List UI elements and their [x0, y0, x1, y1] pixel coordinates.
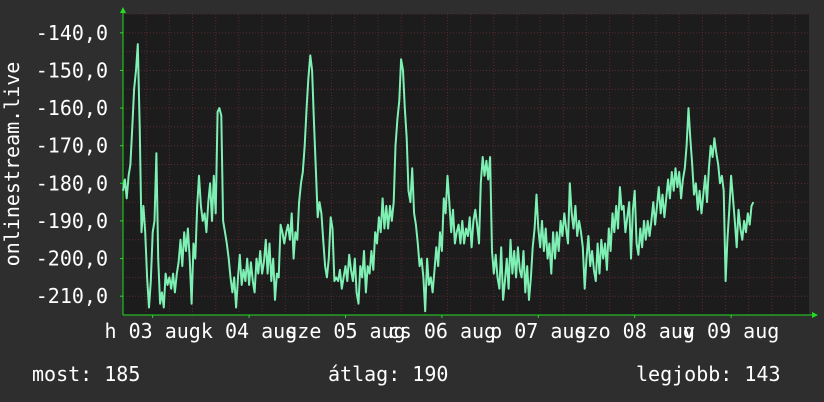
- y-tick-label: -140,0: [36, 21, 108, 45]
- y-tick-label: -200,0: [36, 247, 108, 271]
- line-chart: -140,0 -150,0 -160,0 -170,0 -180,0 -190,0 -200…: [0, 7, 818, 343]
- x-axis-ticks: h 03 aug k 04 augsze 05 augcs 06 augp 07 …: [105, 315, 779, 343]
- x-tick-label: v 09 aug: [683, 319, 779, 343]
- x-tick-label: h 03 aug: [105, 319, 201, 343]
- current-value: most: 185: [32, 362, 141, 386]
- y-tick-label: -170,0: [36, 134, 108, 158]
- x-axis-arrow-icon: [812, 312, 818, 318]
- x-tick-label: szo 08 aug: [575, 319, 695, 343]
- y-tick-label: -150,0: [36, 58, 108, 82]
- x-tick-label: cs 06 aug: [388, 319, 496, 343]
- y-axis-arrow-icon: [120, 7, 126, 13]
- y-axis-label: onlinestream.live: [0, 62, 24, 267]
- y-tick-label: -190,0: [36, 209, 108, 233]
- y-tick-label: -160,0: [36, 96, 108, 120]
- y-axis-ticks: -140,0 -150,0 -160,0 -170,0 -180,0 -190,0 -200…: [36, 21, 123, 308]
- chart-panel: -140,0 -150,0 -160,0 -170,0 -180,0 -190,0 -200…: [0, 0, 824, 402]
- y-tick-label: -180,0: [36, 171, 108, 195]
- best-value: legjobb: 143: [636, 362, 781, 386]
- y-tick-label: -210,0: [36, 284, 108, 308]
- x-tick-label: p 07 aug: [490, 319, 586, 343]
- average-value: átlag: 190: [328, 362, 449, 386]
- x-tick-label: k 04 aug: [201, 319, 297, 343]
